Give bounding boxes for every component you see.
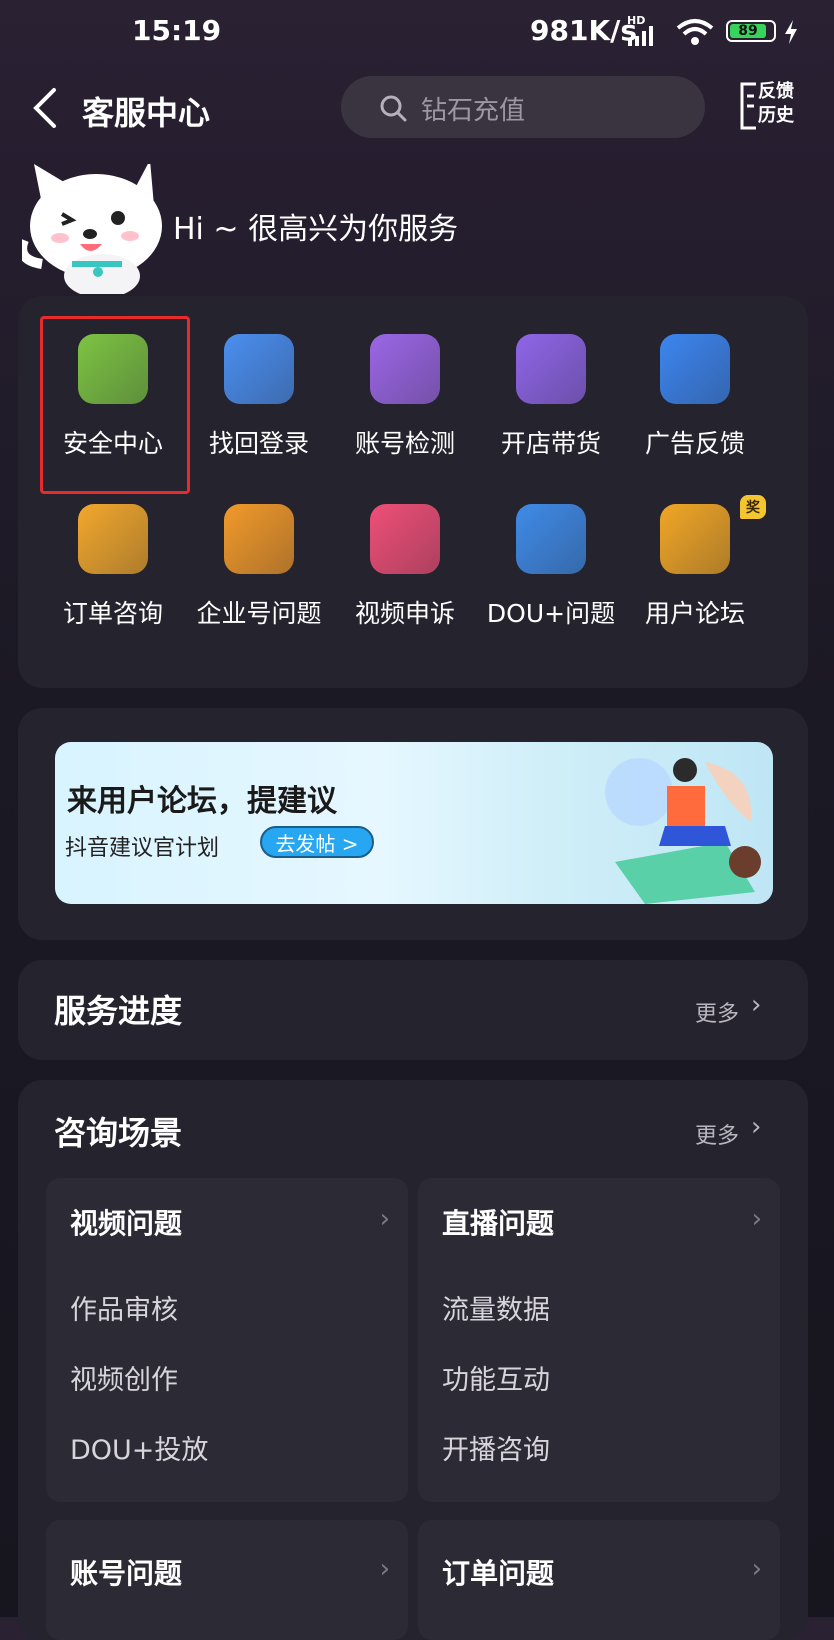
chevron-right-icon: › [751, 1554, 762, 1584]
category-title: 订单问题 [442, 1557, 555, 1590]
feedback-doc-icon [740, 82, 756, 130]
chevron-right-icon: › [379, 1204, 390, 1234]
banner-illustration-icon [605, 758, 761, 904]
back-arrow-icon[interactable] [32, 86, 58, 138]
user-shop-icon [516, 334, 586, 404]
pulse-check-icon [370, 334, 440, 404]
reward-badge: 奖 [740, 495, 766, 519]
service-item-label: 企业号问题 [196, 599, 322, 628]
enterprise-hex-icon [224, 504, 294, 574]
service-item[interactable]: 订单咨询 [38, 504, 188, 630]
network-speed: 981K/s [530, 14, 638, 47]
service-item-label: 开店带货 [500, 429, 601, 458]
page-title: 客服中心 [82, 94, 211, 132]
service-item[interactable]: 账号检测 [330, 334, 480, 460]
search-input[interactable]: 钻石充值 [341, 76, 705, 138]
service-item[interactable]: 企业号问题 [184, 504, 334, 630]
status-time: 15:19 [132, 14, 222, 47]
category-order[interactable]: 订单问题 › [418, 1520, 780, 1640]
progress-more-link[interactable]: 更多 [695, 996, 739, 1028]
service-item-label: DOU+问题 [486, 599, 616, 628]
category-item[interactable]: 流量数据 [442, 1288, 550, 1327]
video-play-icon [370, 504, 440, 574]
category-title: 直播问题 [442, 1207, 555, 1240]
service-item[interactable]: 视频申诉 [330, 504, 480, 630]
feedback-label-1: 反馈 [758, 81, 794, 102]
progress-title: 服务进度 [54, 992, 183, 1030]
status-bar: 15:19 981K/s HD 89 [0, 0, 834, 64]
charging-icon [785, 20, 797, 44]
service-item-label: 用户论坛 [644, 599, 745, 628]
chevron-right-icon: › [751, 1204, 762, 1234]
chevron-right-icon: › [379, 1554, 390, 1584]
lock-search-icon [224, 334, 294, 404]
feedback-history-button[interactable]: 反馈 历史 [740, 80, 798, 132]
consult-more-link[interactable]: 更多 [695, 1118, 739, 1150]
service-item-label: 账号检测 [354, 429, 455, 458]
service-item[interactable]: 找回登录 [184, 334, 334, 460]
chat-bubble-icon [660, 504, 730, 574]
category-item[interactable]: 视频创作 [70, 1358, 178, 1397]
category-video[interactable]: 视频问题 › 作品审核 视频创作 DOU+投放 [46, 1178, 408, 1502]
category-account[interactable]: 账号问题 › [46, 1520, 408, 1640]
service-item-label: 订单咨询 [62, 599, 163, 628]
service-item-label: 广告反馈 [644, 429, 745, 458]
ad-edit-icon [660, 334, 730, 404]
feedback-label-2: 历史 [758, 105, 794, 126]
category-live[interactable]: 直播问题 › 流量数据 功能互动 开播咨询 [418, 1178, 780, 1502]
greeting-text: Hi ~ 很高兴为你服务 [173, 212, 459, 247]
wifi-icon [676, 19, 714, 45]
dou-plus-icon [516, 504, 586, 574]
service-item-label: 找回登录 [208, 429, 309, 458]
category-item[interactable]: 作品审核 [70, 1288, 178, 1327]
search-placeholder: 钻石充值 [421, 96, 526, 126]
category-item[interactable]: 功能互动 [442, 1358, 550, 1397]
signal-icon [628, 26, 653, 46]
service-progress-card[interactable]: 服务进度 更多 › [18, 960, 808, 1060]
progress-more-chevron-icon: › [751, 990, 762, 1020]
service-item[interactable]: 广告反馈 [620, 334, 770, 460]
service-item[interactable]: 用户论坛 [620, 504, 770, 630]
consult-title: 咨询场景 [54, 1114, 183, 1152]
go-post-button[interactable]: 去发帖 > [260, 826, 374, 858]
service-item[interactable]: 开店带货 [476, 334, 626, 460]
banner-headline: 来用户论坛，提建议 [67, 784, 337, 819]
forum-banner[interactable]: 来用户论坛，提建议 抖音建议官计划 去发帖 > [55, 742, 773, 904]
service-item-label: 视频申诉 [354, 599, 455, 628]
banner-subline: 抖音建议官计划 [65, 836, 220, 861]
battery-icon: 89 [726, 20, 776, 42]
category-item[interactable]: DOU+投放 [70, 1428, 208, 1467]
consult-scenes-card: 咨询场景 更多 › 视频问题 › 作品审核 视频创作 DOU+投放 直播问题 ›… [18, 1080, 808, 1640]
highlight-box [40, 316, 190, 494]
consult-more-chevron-icon: › [751, 1112, 762, 1142]
battery-level: 89 [730, 24, 766, 38]
shopping-bag-icon [78, 504, 148, 574]
category-title: 账号问题 [70, 1557, 183, 1590]
category-item[interactable]: 开播咨询 [442, 1428, 550, 1467]
search-icon [380, 95, 407, 122]
category-title: 视频问题 [70, 1207, 183, 1240]
mascot-cat-icon [17, 160, 162, 298]
service-item[interactable]: DOU+问题 [476, 504, 626, 630]
